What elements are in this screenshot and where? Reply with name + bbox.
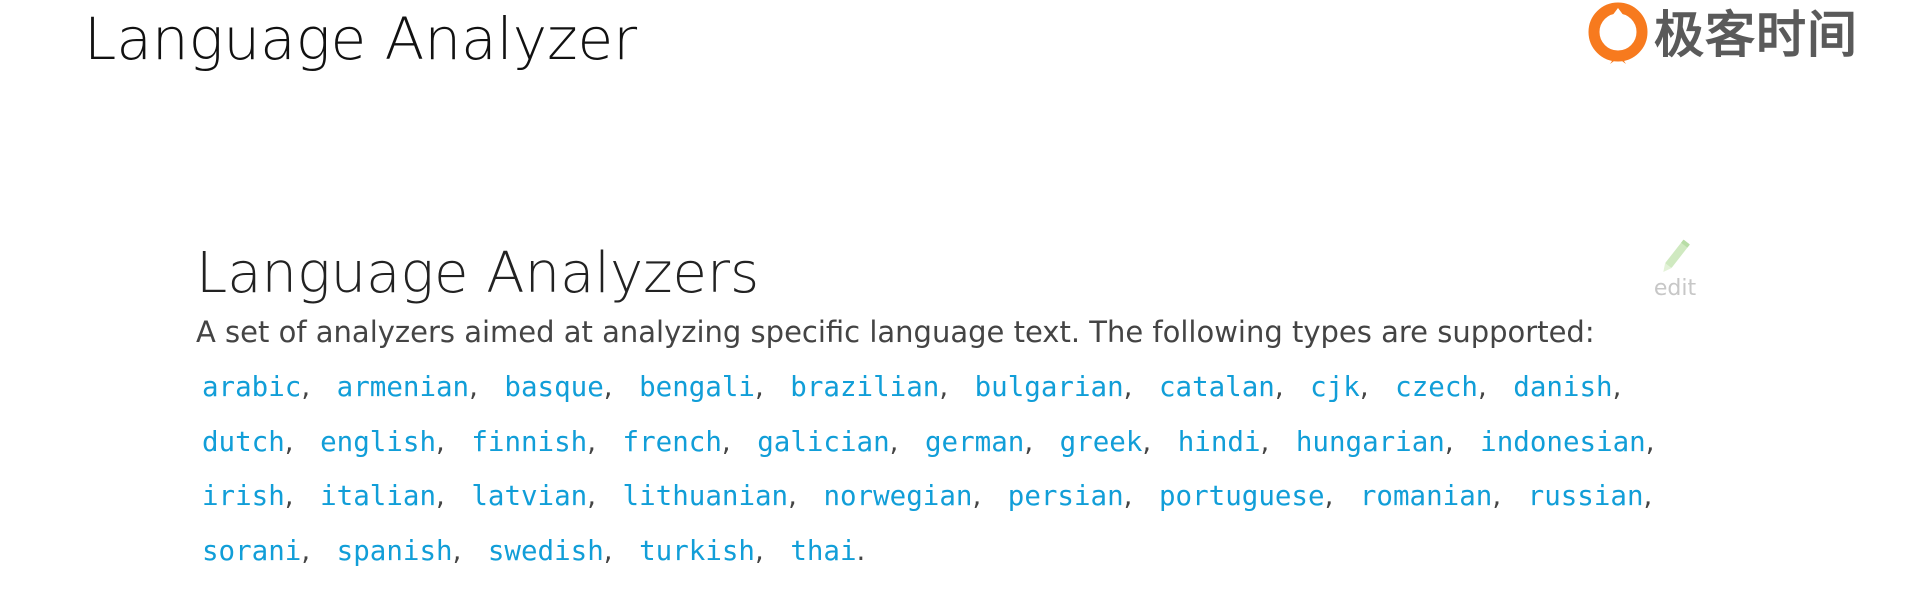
language-link-brazilian[interactable]: brazilian <box>790 371 939 403</box>
language-link-greek[interactable]: greek <box>1060 426 1143 458</box>
language-link-spanish[interactable]: spanish <box>337 535 453 567</box>
list-separator: , <box>1359 371 1369 404</box>
list-separator: , <box>284 425 294 458</box>
list-separator: , <box>587 480 596 513</box>
language-link-latvian[interactable]: latvian <box>471 480 587 512</box>
language-link-swedish[interactable]: swedish <box>488 535 604 567</box>
geektime-logo-icon <box>1588 2 1648 64</box>
language-link-german[interactable]: german <box>925 426 1024 458</box>
list-separator: , <box>1645 425 1655 458</box>
language-link-turkish[interactable]: turkish <box>639 535 755 567</box>
list-separator: , <box>721 425 731 458</box>
language-link-basque[interactable]: basque <box>504 371 603 403</box>
language-link-armenian[interactable]: armenian <box>337 371 469 403</box>
list-separator: , <box>436 480 445 513</box>
doc-section: Language Analyzers A set of analyzers ai… <box>196 240 1716 578</box>
list-separator: , <box>1477 371 1487 404</box>
language-list: arabic, armenian, basque, bengali, brazi… <box>202 360 1682 578</box>
list-separator: , <box>1643 480 1653 513</box>
list-separator: , <box>788 480 797 513</box>
language-link-portuguese[interactable]: portuguese <box>1159 480 1325 512</box>
language-link-italian[interactable]: italian <box>320 480 436 512</box>
language-link-persian[interactable]: persian <box>1008 480 1124 512</box>
list-separator: , <box>1123 371 1133 404</box>
language-link-irish[interactable]: irish <box>202 480 285 512</box>
language-link-bulgarian[interactable]: bulgarian <box>975 371 1124 403</box>
language-link-russian[interactable]: russian <box>1528 480 1644 512</box>
language-link-norwegian[interactable]: norwegian <box>823 480 972 512</box>
list-separator: , <box>1444 425 1454 458</box>
list-separator: , <box>1612 371 1622 404</box>
language-link-thai[interactable]: thai <box>790 535 856 567</box>
brand-logo: 极客时间 <box>1588 0 1858 70</box>
language-link-cjk[interactable]: cjk <box>1310 371 1360 403</box>
slide-title: Language Analyzer <box>84 5 638 73</box>
list-separator: , <box>436 425 445 458</box>
language-link-danish[interactable]: danish <box>1513 371 1612 403</box>
list-separator: , <box>754 371 764 404</box>
language-link-dutch[interactable]: dutch <box>202 426 285 458</box>
language-link-sorani[interactable]: sorani <box>202 535 301 567</box>
list-separator: , <box>603 534 613 567</box>
list-separator: , <box>301 371 311 404</box>
language-link-hungarian[interactable]: hungarian <box>1296 426 1445 458</box>
language-link-arabic[interactable]: arabic <box>202 371 301 403</box>
language-link-catalan[interactable]: catalan <box>1159 371 1275 403</box>
list-separator: , <box>452 534 462 567</box>
language-link-french[interactable]: french <box>623 426 722 458</box>
doc-description: A set of analyzers aimed at analyzing sp… <box>196 315 1595 350</box>
list-separator: , <box>1260 425 1270 458</box>
list-separator: , <box>1324 480 1334 513</box>
list-separator: , <box>587 425 596 458</box>
language-link-galician[interactable]: galician <box>757 426 889 458</box>
list-separator: , <box>1492 480 1502 513</box>
list-separator: , <box>1274 371 1284 404</box>
list-separator: , <box>301 534 311 567</box>
language-link-finnish[interactable]: finnish <box>471 426 587 458</box>
list-separator: , <box>1142 425 1152 458</box>
brand-name: 极客时间 <box>1654 6 1858 64</box>
list-separator: , <box>603 371 613 404</box>
list-separator: , <box>1123 480 1133 513</box>
language-link-hindi[interactable]: hindi <box>1178 426 1261 458</box>
list-separator: , <box>755 534 764 567</box>
list-separator: , <box>284 480 294 513</box>
language-link-bengali[interactable]: bengali <box>639 371 755 403</box>
list-separator: , <box>469 371 478 404</box>
list-separator: , <box>889 425 899 458</box>
language-link-romanian[interactable]: romanian <box>1360 480 1492 512</box>
list-separator: , <box>939 371 949 404</box>
list-separator: . <box>856 534 866 567</box>
list-separator: , <box>972 480 982 513</box>
language-link-lithuanian[interactable]: lithuanian <box>623 480 789 512</box>
doc-title: Language Analyzers <box>196 241 760 306</box>
language-link-english[interactable]: english <box>320 426 436 458</box>
list-separator: , <box>1024 425 1034 458</box>
language-link-czech[interactable]: czech <box>1395 371 1478 403</box>
language-link-indonesian[interactable]: indonesian <box>1480 426 1646 458</box>
